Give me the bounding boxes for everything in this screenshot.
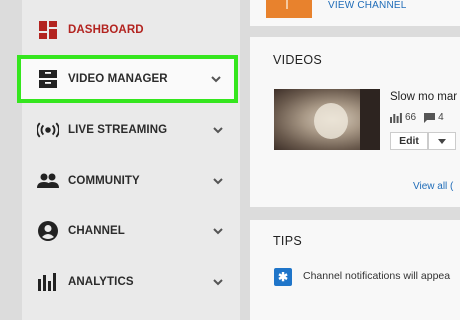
sidebar-item-label: VIDEO MANAGER [68,73,168,85]
sidebar-item-label: DASHBOARD [68,24,144,36]
videos-section-title: VIDEOS [273,53,323,67]
comments-count: 4 [438,112,444,123]
live-streaming-icon [37,119,59,141]
sidebar-item-live-streaming[interactable]: LIVE STREAMING [22,106,240,154]
dropdown-arrow-icon [438,138,446,144]
sidebar-item-video-manager[interactable]: VIDEO MANAGER [17,55,238,103]
tips-panel: TIPS ✱ Channel notifications will appea [250,220,460,320]
video-stats: 66 4 [390,112,444,123]
view-all-link[interactable]: View all ( [413,181,453,192]
video-manager-icon [37,68,59,90]
sidebar-item-label: CHANNEL [68,225,125,237]
sidebar-item-label: COMMUNITY [68,175,140,187]
community-icon [37,170,59,192]
channel-icon [37,220,59,242]
comment-icon [424,112,436,123]
analytics-icon [37,271,59,293]
sidebar-item-analytics[interactable]: ANALYTICS [22,258,240,306]
video-title[interactable]: Slow mo mar [390,91,457,103]
chevron-down-icon [213,228,223,235]
edit-button[interactable]: Edit [390,132,428,150]
sidebar-item-dashboard[interactable]: DASHBOARD [22,6,240,54]
sidebar-item-label: LIVE STREAMING [68,124,168,136]
view-channel-link[interactable]: VIEW CHANNEL [328,0,407,11]
videos-panel: VIDEOS Slow mo mar 66 4 Edit View all ( [250,37,460,207]
channel-panel: VIEW CHANNEL [250,0,460,26]
chevron-down-icon [213,178,223,185]
sidebar-item-community[interactable]: COMMUNITY [22,157,240,205]
tip-text: Channel notifications will appea [303,270,451,282]
edit-dropdown-button[interactable] [428,132,456,150]
views-chart-icon [390,112,402,123]
dashboard-icon [37,19,59,41]
channel-art [266,0,312,18]
chevron-down-icon [213,127,223,134]
sidebar-item-channel[interactable]: CHANNEL [22,207,240,255]
sidebar-item-label: ANALYTICS [68,276,134,288]
chevron-down-icon [211,76,221,83]
chevron-down-icon [213,279,223,286]
tip-star-icon: ✱ [274,268,292,286]
video-thumbnail[interactable] [274,89,380,150]
views-count: 66 [405,112,417,123]
tips-section-title: TIPS [273,234,302,248]
sidebar: DASHBOARD LIVE STREAMING COMMUNITY CHANN… [22,0,240,320]
